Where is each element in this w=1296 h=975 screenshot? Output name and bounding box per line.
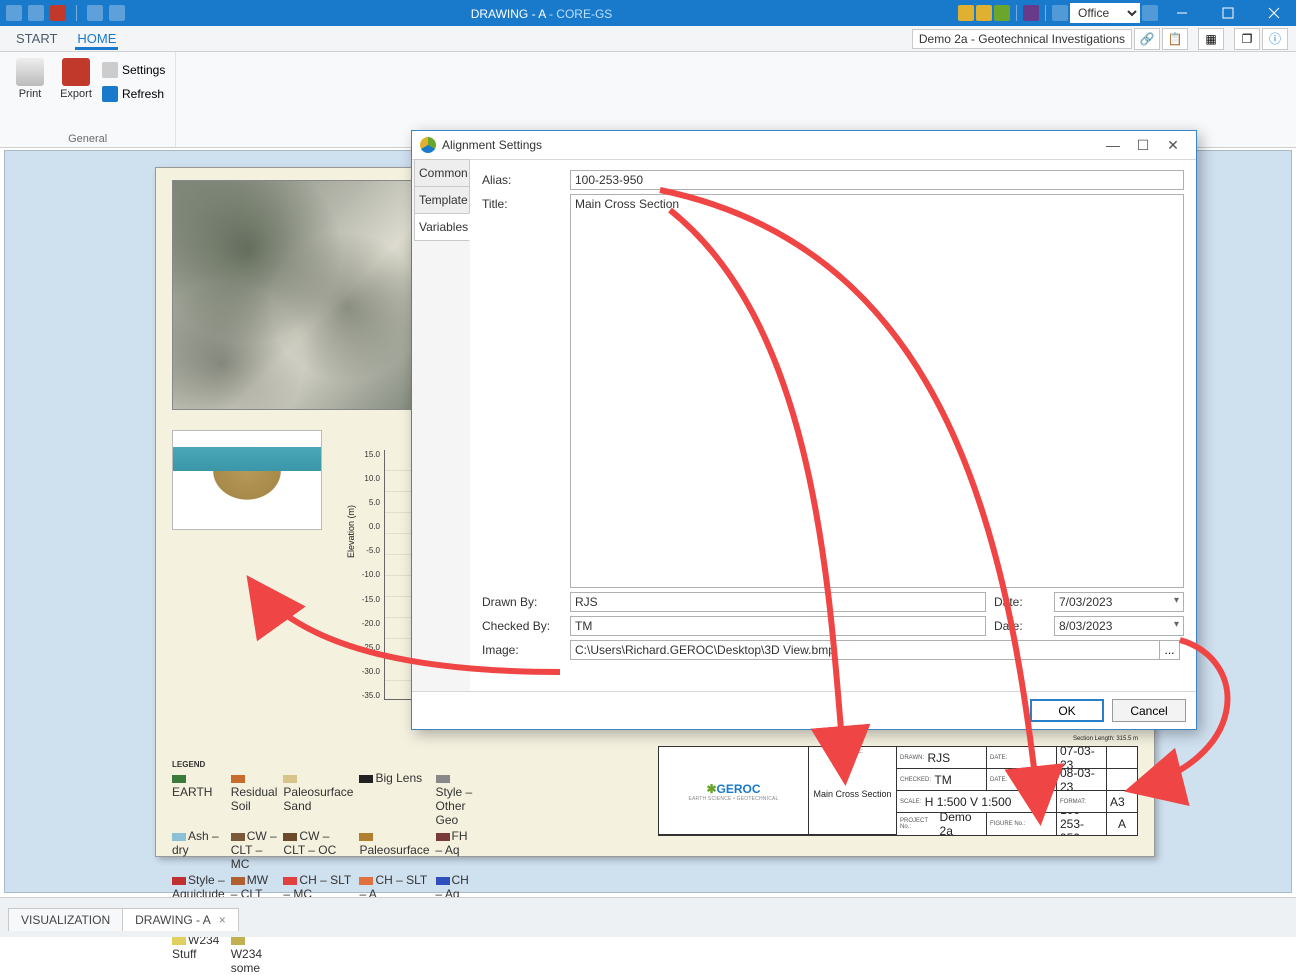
dialog-minimize-button[interactable]: —	[1098, 137, 1128, 153]
dialog-maximize-button[interactable]: ☐	[1128, 137, 1158, 154]
3d-view-thumbnail	[172, 430, 322, 530]
legend-title: LEGEND	[172, 760, 472, 769]
titleblock-title-value: Main Cross Section	[813, 755, 891, 833]
ribbon-group-label: General	[10, 131, 165, 145]
bottom-tab-strip: VISUALIZATION DRAWING - A×	[0, 897, 1296, 937]
close-tab-icon[interactable]: ×	[219, 913, 226, 927]
window-title: DRAWING - A - CORE-GS	[125, 6, 958, 21]
tab-variables[interactable]: Variables	[414, 213, 470, 241]
legend: LEGEND EARTHResidual SoilPaleosurface Sa…	[172, 760, 472, 836]
drawnby-field[interactable]	[570, 592, 986, 612]
alias-label: Alias:	[482, 170, 562, 187]
title-bar: DRAWING - A - CORE-GS Office	[0, 0, 1296, 26]
minimize-button[interactable]	[1160, 0, 1204, 26]
dialog-title: Alignment Settings	[442, 138, 542, 152]
export-button[interactable]: Export	[56, 58, 96, 104]
folder-icon[interactable]	[958, 5, 974, 21]
geroc-logo: ✱GEROC	[706, 780, 760, 796]
export-icon[interactable]	[50, 5, 66, 21]
tab-drawing-a[interactable]: DRAWING - A×	[122, 908, 239, 931]
alias-field[interactable]	[570, 170, 1184, 190]
titleblock-format: A3	[1107, 791, 1137, 813]
settings-button[interactable]: Settings	[102, 60, 165, 80]
date2-field[interactable]: 8/03/2023	[1054, 616, 1184, 636]
legend-item: Paleosurface Sand	[283, 771, 353, 827]
clipboard-icon[interactable]	[976, 5, 992, 21]
dialog-icon	[420, 137, 436, 153]
refresh-button[interactable]: Refresh	[102, 84, 165, 104]
print-icon[interactable]	[28, 5, 44, 21]
window-icon[interactable]: ❐	[1234, 28, 1260, 50]
dialog-side-tabs: Common Template Variables	[412, 160, 470, 691]
image-label: Image:	[482, 640, 562, 657]
titleblock-date1: 07-03-23	[1057, 747, 1107, 769]
legend-item: Paleosurface	[359, 829, 429, 871]
close-button[interactable]	[1252, 0, 1296, 26]
mode-select[interactable]: Office	[1070, 3, 1140, 23]
window-title-sub: - CORE-GS	[546, 7, 613, 21]
tab-start[interactable]: START	[14, 27, 59, 50]
tab-home[interactable]: HOME	[75, 27, 118, 50]
date2-label: Date:	[994, 616, 1046, 633]
grid-icon[interactable]	[1142, 5, 1158, 21]
drawnby-label: Drawn By:	[482, 592, 562, 609]
title-label: Title:	[482, 194, 562, 211]
refresh-icon[interactable]	[109, 5, 125, 21]
maximize-button[interactable]	[1206, 0, 1250, 26]
title-block: ✱GEROC EARTH SCIENCE • GEOTECHNICAL TITL…	[658, 746, 1138, 836]
ok-button[interactable]: OK	[1030, 699, 1104, 722]
checkedby-label: Checked By:	[482, 616, 562, 633]
titleblock-scale: H 1:500 V 1:500	[925, 795, 1012, 809]
legend-item: W234 Stuff	[172, 933, 225, 975]
tab-common[interactable]: Common	[414, 159, 470, 187]
sync-icon[interactable]	[1052, 5, 1068, 21]
alignment-settings-dialog: Alignment Settings — ☐ ✕ Common Template…	[411, 130, 1197, 730]
ribbon-tab-strip: START HOME Demo 2a - Geotechnical Invest…	[0, 26, 1296, 52]
app-icon	[6, 5, 22, 21]
layout-icon[interactable]: ▦	[1198, 28, 1224, 50]
legend-item: EARTH	[172, 771, 225, 827]
titleblock-rev: A	[1107, 813, 1137, 835]
print-button[interactable]: Print	[10, 58, 50, 104]
titleblock-drawn: RJS	[927, 751, 950, 765]
legend-item: Residual Soil	[231, 771, 278, 827]
window-title-main: DRAWING - A	[471, 7, 546, 21]
legend-item: CW – CLT – OC	[283, 829, 353, 871]
title-field[interactable]	[570, 194, 1184, 588]
map-icon[interactable]	[994, 5, 1010, 21]
y-axis-label: Elevation (m)	[346, 505, 356, 558]
dialog-titlebar[interactable]: Alignment Settings — ☐ ✕	[412, 131, 1196, 159]
titleblock-figureno: 100-253-950	[1057, 813, 1107, 835]
legend-item: W234 some	[231, 933, 278, 975]
context-project-pill[interactable]: Demo 2a - Geotechnical Investigations	[912, 29, 1132, 49]
titleblock-checked: TM	[934, 773, 951, 787]
aerial-image	[172, 180, 422, 410]
paste-icon[interactable]: 📋	[1162, 28, 1188, 50]
tab-template[interactable]: Template	[414, 186, 470, 214]
dialog-close-button[interactable]: ✕	[1158, 137, 1188, 154]
legend-item: CW – CLT – MC	[231, 829, 278, 871]
dialog-form: Alias: Title: Drawn By: Date: 7/03/2023 …	[470, 160, 1196, 691]
legend-item: FH – Aq	[436, 829, 477, 871]
date1-label: Date:	[994, 592, 1046, 609]
checkedby-field[interactable]	[570, 616, 986, 636]
link-icon[interactable]: 🔗	[1134, 28, 1160, 50]
tab-visualization[interactable]: VISUALIZATION	[8, 908, 123, 931]
titleblock-date2: 08-03-23	[1057, 769, 1107, 791]
image-field[interactable]	[570, 640, 1160, 660]
titleblock-projectno: Demo 2a	[940, 813, 983, 835]
y-axis-ticks: 15.010.05.00.0-5.0-10.0-15.0-20.0-25.0-3…	[356, 450, 380, 700]
flag-icon[interactable]	[1023, 5, 1039, 21]
legend-item: Style – Other Geo	[436, 771, 477, 827]
image-browse-button[interactable]: ...	[1160, 640, 1180, 660]
legend-item: Big Lens	[359, 771, 429, 827]
info-icon[interactable]: ⓘ	[1262, 28, 1288, 50]
cancel-button[interactable]: Cancel	[1112, 699, 1186, 722]
search-icon[interactable]	[87, 5, 103, 21]
legend-item: Ash – dry	[172, 829, 225, 871]
date1-field[interactable]: 7/03/2023	[1054, 592, 1184, 612]
